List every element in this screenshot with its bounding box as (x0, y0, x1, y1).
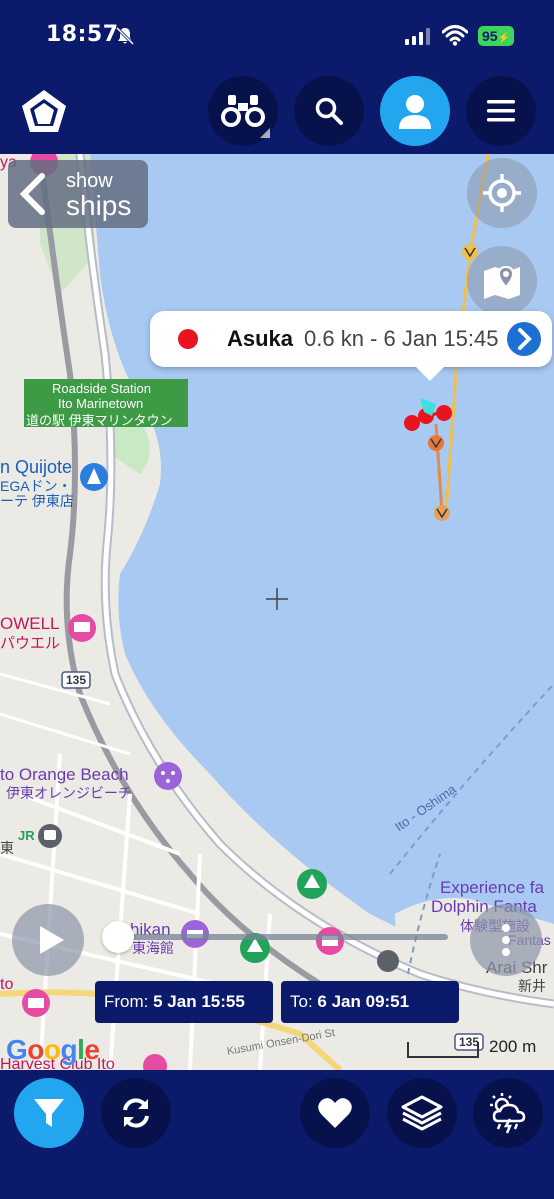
map-label-roadside-station-1: Roadside Station (52, 381, 152, 396)
timeline-track[interactable] (118, 934, 448, 940)
refresh-button[interactable] (101, 1078, 171, 1148)
binoculars-button[interactable] (208, 76, 278, 146)
ship-info: 0.6 kn - 6 Jan 15:45 (304, 326, 499, 351)
ship-name: Asuka (227, 326, 294, 351)
route-135-label: 135 (66, 673, 87, 687)
map-label-jr: JR (18, 828, 35, 843)
bell-slash-icon (115, 26, 135, 46)
account-button[interactable] (380, 76, 450, 146)
map-type-button[interactable] (467, 246, 537, 316)
map-label-roadside-station-2: Ito Marinetown (58, 396, 144, 411)
map-label-owell-2: パウエル (0, 635, 61, 652)
scale-label: 200 m (489, 1037, 537, 1056)
more-vertical-icon (502, 924, 510, 956)
map-label-arai-2: 新井 (518, 978, 546, 994)
top-toolbar (0, 68, 554, 154)
playback-options-button[interactable] (470, 904, 542, 976)
google-logo: Google (6, 1034, 100, 1065)
weather-icon (490, 1093, 526, 1134)
map-label-quijote-1: n Quijote (0, 457, 73, 477)
from-label: From: (104, 992, 149, 1011)
dropdown-corner-icon (260, 128, 270, 138)
chevron-left-icon (19, 173, 45, 215)
locate-button[interactable] (467, 158, 537, 228)
timeline-handle[interactable] (102, 921, 134, 953)
play-button[interactable] (12, 904, 84, 976)
filter-icon (34, 1099, 64, 1127)
map-label-quijote-3: ーテ 伊東店 (0, 493, 74, 509)
scale-bar (407, 1042, 479, 1058)
map-pin-icon (484, 265, 520, 299)
battery-icon: 95⚡ (478, 26, 514, 46)
to-value: 6 Jan 09:51 (317, 992, 410, 1011)
user-icon (399, 95, 431, 129)
menu-button[interactable] (466, 76, 536, 146)
ship-details-button[interactable] (507, 322, 541, 356)
show-ships-line2: ships (66, 190, 132, 221)
map-label-orange-beach-2: 伊東オレンジビーチ (6, 785, 132, 801)
home-logo-icon[interactable] (18, 86, 70, 138)
map-label-to: to (0, 976, 14, 993)
map-label-roadside-station-3: 道の駅 伊東マリンタウン (26, 413, 173, 428)
favorites-button[interactable] (300, 1078, 370, 1148)
map-label-tohikan-2: 東海館 (132, 940, 174, 956)
weather-button[interactable] (473, 1078, 543, 1148)
map-label-east: 東 (0, 840, 14, 856)
show-ships-button[interactable]: show ships (8, 160, 148, 228)
status-time: 18:57 (46, 22, 119, 47)
layers-button[interactable] (387, 1078, 457, 1148)
filter-button[interactable] (14, 1078, 84, 1148)
search-icon (315, 97, 343, 125)
wifi-icon (442, 25, 468, 46)
search-button[interactable] (294, 76, 364, 146)
refresh-icon (123, 1098, 149, 1128)
signal-icon (405, 28, 431, 45)
from-value: 5 Jan 15:55 (153, 992, 245, 1011)
menu-icon (487, 100, 515, 122)
map-label-orange-beach-1: to Orange Beach (0, 765, 129, 784)
map-view[interactable]: ya Roadside Station Ito Marinetown 道の駅 伊… (0, 154, 554, 1070)
chevron-right-icon (518, 328, 532, 350)
bottom-toolbar (0, 1070, 554, 1199)
map-label-dolphin-1: Experience fa (440, 878, 544, 897)
to-label: To: (290, 992, 313, 1011)
status-bar: 18:57 95⚡ (0, 0, 554, 68)
map-label-owell-1: OWELL (0, 614, 60, 633)
play-icon (40, 926, 64, 954)
from-date-button[interactable]: From: 5 Jan 15:55 (95, 981, 273, 1023)
layers-icon (401, 1095, 443, 1131)
heart-icon (318, 1098, 352, 1128)
ship-popup[interactable]: Asuka 0.6 kn - 6 Jan 15:45 (150, 311, 552, 381)
to-date-button[interactable]: To: 6 Jan 09:51 (281, 981, 459, 1023)
binoculars-icon (221, 95, 265, 127)
crosshair-location-icon (483, 174, 521, 212)
battery-level: 95 (481, 28, 498, 44)
ship-status-dot (178, 329, 198, 349)
